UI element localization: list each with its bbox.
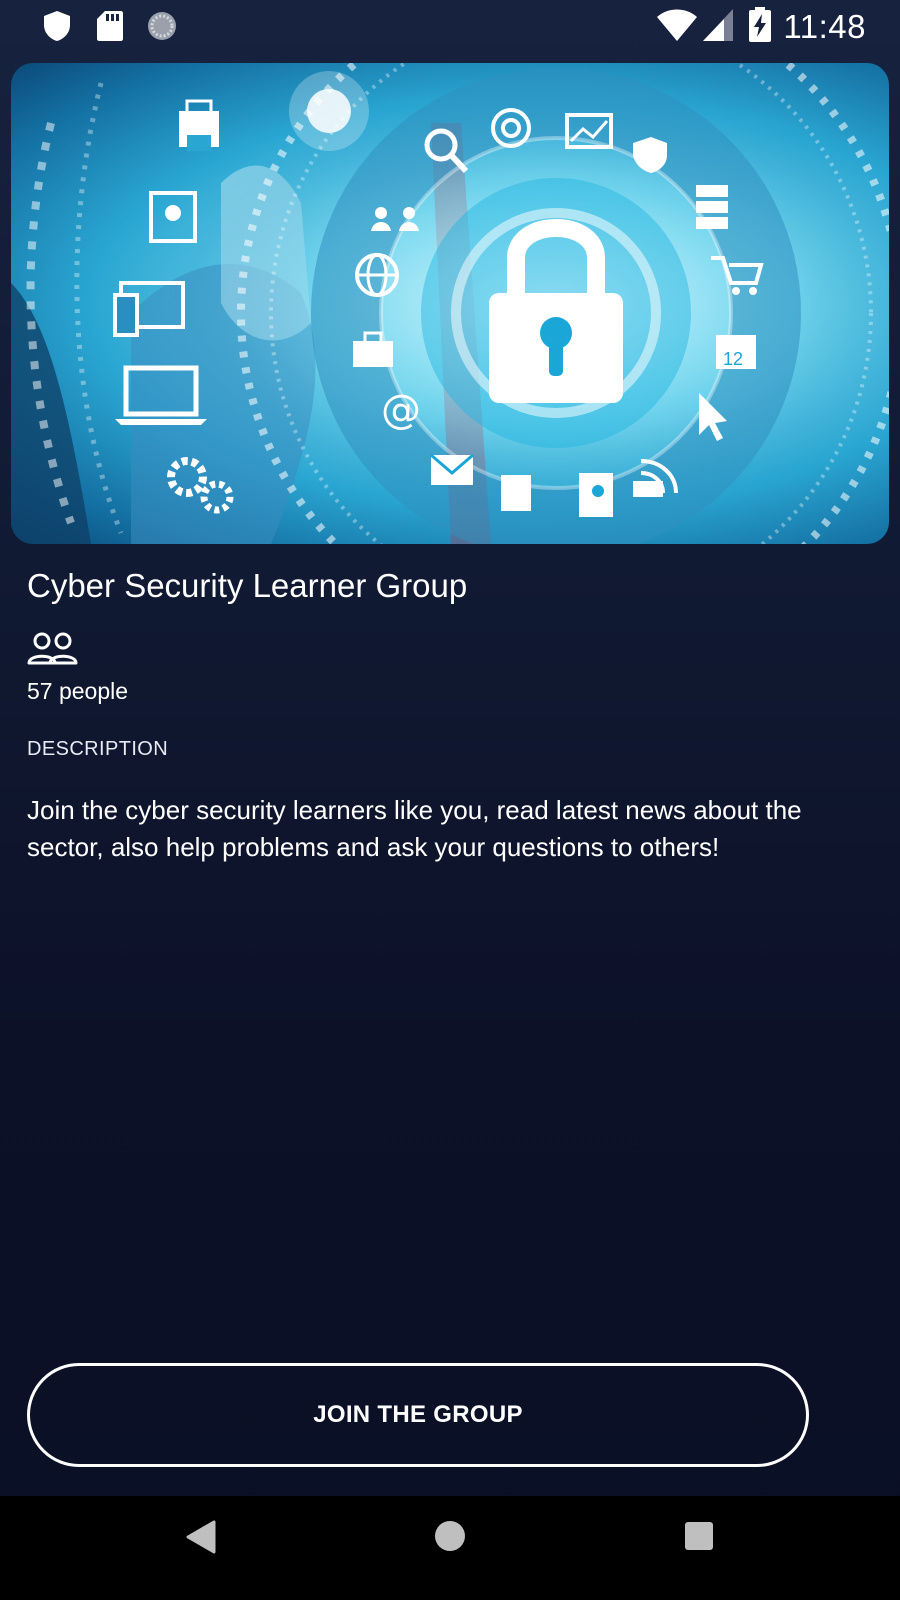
loading-spinner-icon — [148, 12, 176, 40]
group-title: Cyber Security Learner Group — [27, 567, 468, 604]
status-bar: 11:48 — [0, 0, 900, 52]
status-time: 11:48 — [783, 8, 866, 45]
wifi-icon — [657, 9, 697, 41]
home-icon[interactable] — [434, 1520, 466, 1552]
calendar-icon: 12 — [723, 349, 743, 369]
group-cover-image: 12 @ — [11, 63, 889, 544]
join-group-button[interactable]: JOIN THE GROUP — [27, 1363, 809, 1467]
group-description: Join the cyber security learners like yo… — [27, 795, 802, 862]
sd-card-icon — [97, 11, 123, 41]
back-icon[interactable] — [186, 1520, 216, 1554]
shield-icon — [44, 11, 70, 41]
battery-charging-icon — [749, 7, 771, 42]
members-count: 57 people — [27, 678, 129, 704]
navigation-bar — [0, 1496, 900, 1600]
description-label: DESCRIPTION — [27, 738, 169, 760]
svg-text:@: @ — [381, 387, 421, 433]
people-icon — [27, 632, 78, 665]
recents-icon[interactable] — [684, 1521, 714, 1551]
cell-signal-icon — [703, 9, 733, 41]
